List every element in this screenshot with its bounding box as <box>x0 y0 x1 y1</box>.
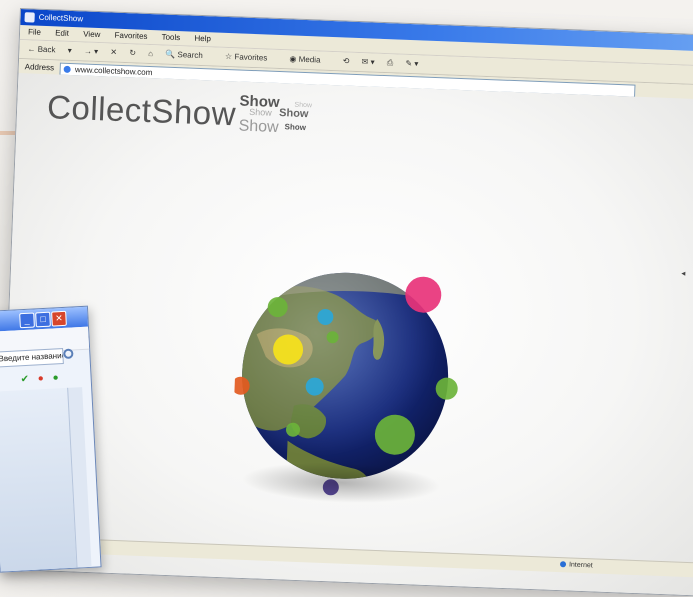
page-content: CollectShow Show Show Show Show Show Sho… <box>0 72 693 596</box>
print-button[interactable]: ⎙ <box>387 58 394 67</box>
menu-favorites[interactable]: Favorites <box>114 31 147 41</box>
home-button[interactable]: ⌂ <box>148 49 153 58</box>
scroll-arrow-icon[interactable]: ◂ <box>681 269 687 279</box>
popup-action-icons: ✔ ● ● <box>20 372 59 385</box>
window-title: CollectShow <box>38 12 84 24</box>
menu-view[interactable]: View <box>83 29 101 39</box>
menu-help[interactable]: Help <box>194 34 211 44</box>
search-label: Search <box>177 50 203 61</box>
globe-widget[interactable] <box>230 254 470 523</box>
back-button[interactable]: ← Back ▾ <box>27 44 72 55</box>
minimize-button[interactable]: _ <box>19 312 35 329</box>
zone-label: Internet <box>568 561 593 570</box>
media-label: Media <box>298 54 321 65</box>
ok-icon[interactable]: ● <box>52 372 59 383</box>
refresh-button[interactable]: ↻ <box>129 48 136 57</box>
browser-icon <box>24 12 35 23</box>
menu-tools[interactable]: Tools <box>161 32 180 42</box>
search-icon[interactable] <box>63 348 74 360</box>
popup-window: _ □ ✕ Введите название ✔ ● ● <box>0 305 102 573</box>
security-zone: Internet <box>559 561 593 570</box>
page-icon <box>63 65 72 73</box>
menu-file[interactable]: File <box>28 27 41 36</box>
history-button[interactable]: ⟲ <box>343 56 350 65</box>
status-bar: Internet <box>0 535 693 578</box>
favorites-label: Favorites <box>234 52 268 63</box>
cancel-icon[interactable]: ● <box>38 373 45 384</box>
stop-button[interactable]: ✕ <box>110 48 117 57</box>
logo-show-3: Show <box>248 106 272 118</box>
maximize-button[interactable]: □ <box>35 311 51 328</box>
collectshow-logo: CollectShow <box>46 88 237 133</box>
forward-button[interactable]: → ▾ <box>84 46 99 56</box>
edit-button[interactable]: ✎ ▾ <box>405 59 418 68</box>
close-button[interactable]: ✕ <box>51 310 67 327</box>
logo-show-4: Show <box>278 107 309 121</box>
mail-button[interactable]: ✉ ▾ <box>361 57 374 66</box>
favorites-button[interactable]: ☆ Favorites <box>225 52 278 63</box>
internet-zone-icon <box>559 561 567 568</box>
menu-edit[interactable]: Edit <box>55 28 69 38</box>
browser-window: CollectShow File Edit View Favorites Too… <box>0 8 693 597</box>
logo-show-5: Show <box>238 117 279 137</box>
check-icon[interactable]: ✔ <box>20 374 29 385</box>
popup-body <box>0 387 77 572</box>
media-button[interactable]: ◉ Media <box>289 54 330 65</box>
logo-show-6: Show <box>284 122 307 133</box>
popup-input[interactable]: Введите название <box>0 348 64 368</box>
back-label: Back <box>37 44 56 55</box>
search-button[interactable]: 🔍 Search <box>165 50 213 61</box>
